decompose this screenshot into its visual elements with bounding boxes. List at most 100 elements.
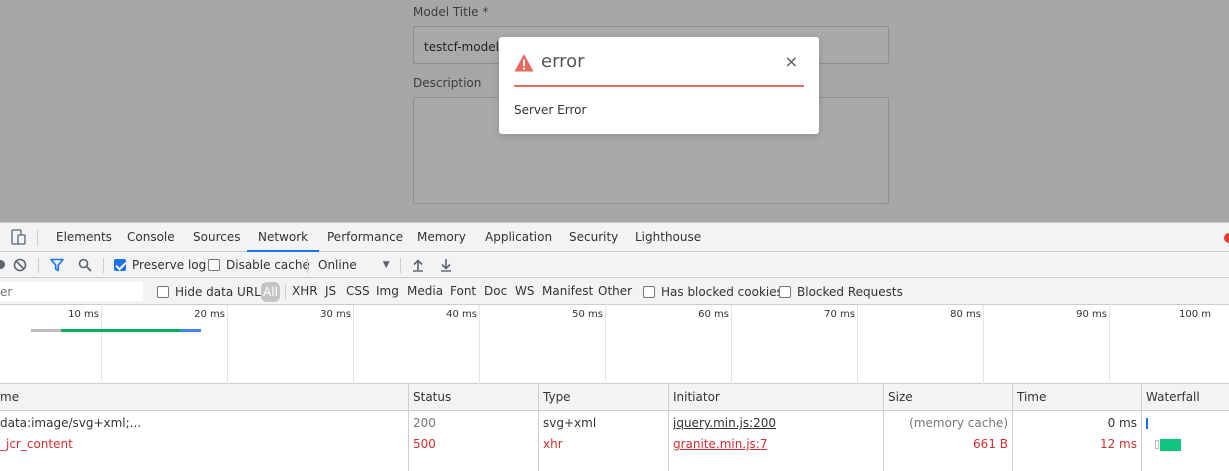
column-header-name[interactable]: me [0,384,19,411]
request-type: xhr [543,437,563,451]
devtools-tab-strip: Elements Console Sources Network Perform… [0,223,1229,252]
overview-gridline [731,305,732,384]
toolbar-separator [400,258,401,273]
overview-gridline [227,305,228,384]
filter-type-css[interactable]: CSS [346,278,370,305]
request-time: 0 ms [1107,416,1137,430]
overview-tick-label: 20 ms [194,309,225,320]
export-har-icon[interactable] [439,258,453,272]
hide-data-urls-check[interactable] [157,285,169,298]
overview-bar-download [181,329,201,332]
filter-type-js[interactable]: JS [325,278,336,305]
close-icon[interactable]: × [785,53,798,71]
import-har-icon[interactable] [411,258,425,272]
error-count-icon[interactable] [1224,233,1229,243]
column-header-time[interactable]: Time [1017,384,1046,411]
filter-type-manifest[interactable]: Manifest [542,278,593,305]
tab-memory[interactable]: Memory [417,223,466,252]
filter-type-doc[interactable]: Doc [484,278,507,305]
filter-separator [285,284,286,299]
request-initiator-link[interactable]: jquery.min.js:200 [673,413,776,434]
tabs-separator [37,230,38,246]
column-header-waterfall[interactable]: Waterfall [1146,384,1200,411]
filter-type-media[interactable]: Media [407,278,443,305]
filter-type-img[interactable]: Img [376,278,399,305]
disable-cache-check[interactable] [208,259,220,271]
tab-application[interactable]: Application [485,223,552,252]
toolbar-separator [307,258,308,273]
request-name: data:image/svg+xml;... [0,416,142,430]
overview-gridline [353,305,354,384]
tab-sources[interactable]: Sources [193,223,240,252]
request-status: 500 [413,437,436,451]
devtools-panel: Elements Console Sources Network Perform… [0,222,1229,471]
tab-elements[interactable]: Elements [56,223,112,252]
disable-cache-checkbox[interactable]: Disable cache [208,252,310,278]
waterfall-bar [1146,418,1148,429]
table-row[interactable]: _jcr_content 500 xhr granite.min.js:7 66… [0,434,1229,455]
column-header-type[interactable]: Type [543,384,571,411]
preserve-log-label: Preserve log [132,258,207,272]
tab-console[interactable]: Console [127,223,175,252]
description-label: Description [413,76,482,90]
table-row[interactable]: data:image/svg+xml;... 200 svg+xml jquer… [0,413,1229,434]
record-icon[interactable] [0,260,5,269]
table-header-row: me Status Type Initiator Size Time Water… [0,384,1229,411]
filter-type-other[interactable]: Other [598,278,632,305]
network-overview-timeline[interactable]: 10 ms 20 ms 30 ms 40 ms 50 ms 60 ms 70 m… [0,305,1229,384]
network-toolbar: Preserve log Disable cache Online ▼ [0,252,1229,278]
filter-type-ws[interactable]: WS [515,278,534,305]
has-blocked-cookies-label: Has blocked cookies [661,284,783,299]
throttling-value: Online [318,258,357,272]
filter-type-xhr[interactable]: XHR [292,278,318,305]
overview-gridline [983,305,984,384]
request-size: 661 B [973,437,1008,451]
throttling-select[interactable]: Online ▼ [318,252,390,278]
overview-tick-label: 10 ms [68,309,99,320]
overview-tick-label: 80 ms [950,309,981,320]
request-name: _jcr_content [0,437,73,451]
toolbar-separator [103,258,104,273]
overview-gridline [605,305,606,384]
error-message: Server Error [514,103,587,117]
overview-bar-waiting [31,329,61,332]
warning-icon [514,54,534,72]
filter-type-all[interactable]: All [261,282,280,302]
disable-cache-label: Disable cache [226,258,310,272]
overview-gridline [857,305,858,384]
error-dialog-title: error [541,51,585,72]
preserve-log-check[interactable] [114,259,126,271]
tab-security[interactable]: Security [569,223,618,252]
overview-gridline [479,305,480,384]
has-blocked-cookies-check[interactable] [643,285,655,298]
request-table: me Status Type Initiator Size Time Water… [0,384,1229,471]
blocked-requests-check[interactable] [779,285,791,298]
preserve-log-checkbox[interactable]: Preserve log [114,252,206,278]
clear-icon[interactable] [13,258,27,272]
toolbar-separator [38,258,39,273]
filter-type-font[interactable]: Font [450,278,476,305]
request-status: 200 [413,416,436,430]
error-dialog-header: error × [514,51,804,87]
has-blocked-cookies-checkbox[interactable]: Has blocked cookies [643,278,783,305]
overview-tick-label: 70 ms [824,309,855,320]
device-toolbar-icon[interactable] [11,229,27,245]
tab-network[interactable]: Network [247,223,320,252]
column-header-status[interactable]: Status [413,384,451,411]
blocked-requests-checkbox[interactable]: Blocked Requests [779,278,903,305]
page-backdrop: Model Title * testcf-model Description e… [0,0,1229,222]
overview-tick-label: 100 m [1179,309,1212,320]
overview-tick-label: 50 ms [572,309,603,320]
filter-input[interactable] [0,282,143,301]
blocked-requests-label: Blocked Requests [797,284,903,299]
tab-lighthouse[interactable]: Lighthouse [635,223,701,252]
column-header-size[interactable]: Size [888,384,913,411]
search-icon[interactable] [78,258,92,272]
request-type: svg+xml [543,416,597,430]
request-initiator-link[interactable]: granite.min.js:7 [673,434,767,455]
hide-data-urls-checkbox[interactable]: Hide data URLs [157,278,267,305]
tab-performance[interactable]: Performance [327,223,403,252]
overview-tick-label: 40 ms [446,309,477,320]
column-header-initiator[interactable]: Initiator [673,384,720,411]
filter-icon[interactable] [50,258,64,272]
